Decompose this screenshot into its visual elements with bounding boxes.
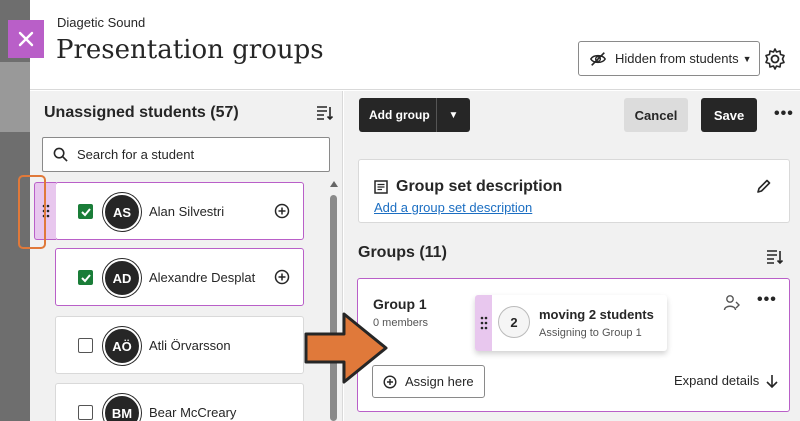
course-name: Diagetic Sound: [57, 15, 146, 30]
sort-icon[interactable]: [766, 248, 784, 266]
drag-count-badge: 2: [498, 306, 530, 338]
student-name: Bear McCreary: [149, 405, 237, 420]
more-options-button[interactable]: •••: [774, 105, 794, 123]
save-button[interactable]: Save: [701, 98, 757, 132]
pencil-icon[interactable]: [756, 178, 772, 194]
search-icon: [53, 147, 68, 162]
student-card[interactable]: AD Alexandre Desplat: [55, 248, 304, 306]
chevron-down-icon[interactable]: ▼: [437, 110, 470, 121]
student-name: Atli Örvarsson: [149, 338, 231, 353]
unassigned-students-column: Unassigned students (57) Search for a st…: [30, 91, 343, 421]
check-icon: [80, 273, 91, 282]
drag-handle-icon: [42, 204, 49, 218]
description-title: Group set description: [396, 178, 563, 195]
arrow-down-icon: [766, 374, 778, 388]
unassigned-title: Unassigned students (57): [44, 104, 239, 121]
cancel-button[interactable]: Cancel: [624, 98, 688, 132]
check-icon: [80, 207, 91, 216]
drag-handle-icon: [475, 295, 492, 351]
scroll-up-arrow[interactable]: [330, 181, 338, 187]
chevron-down-icon: ▼: [742, 53, 752, 64]
student-card[interactable]: BM Bear McCreary: [55, 383, 304, 421]
student-card[interactable]: AÖ Atli Örvarsson: [55, 316, 304, 374]
group-set-description-card: Group set description Add a group set de…: [358, 159, 790, 223]
drag-handle[interactable]: [34, 182, 56, 240]
drag-title: moving 2 students: [539, 307, 654, 322]
visibility-label: Hidden from students: [615, 51, 739, 66]
presentation-groups-panel: Diagetic Sound Presentation groups Hidde…: [30, 0, 800, 421]
visibility-dropdown[interactable]: Hidden from students ▼: [578, 41, 760, 76]
add-description-link[interactable]: Add a group set description: [374, 200, 532, 215]
expand-details-button[interactable]: Expand details: [674, 373, 779, 388]
group-card[interactable]: Group 1 0 members ••• 2 moving 2 student…: [357, 278, 790, 412]
expand-details-label: Expand details: [674, 373, 760, 388]
avatar: AS: [103, 193, 141, 231]
assign-here-label: Assign here: [405, 374, 474, 389]
avatar: AD: [103, 259, 141, 297]
add-circle-icon[interactable]: [274, 203, 290, 219]
groups-column: Add group ▼ Cancel Save ••• Group set de…: [344, 91, 800, 421]
add-user-icon[interactable]: [723, 294, 741, 312]
pointer-arrow-icon: [304, 312, 388, 384]
document-icon: [374, 180, 388, 194]
group-more-button[interactable]: •••: [757, 291, 777, 309]
student-checkbox[interactable]: [78, 338, 93, 353]
groups-title: Groups (11): [358, 244, 447, 261]
search-input-wrapper: [42, 137, 330, 172]
eye-slash-icon: [589, 51, 607, 66]
page-title: Presentation groups: [56, 35, 324, 65]
student-name: Alexandre Desplat: [149, 270, 256, 285]
drag-preview: 2 moving 2 students Assigning to Group 1: [475, 295, 667, 351]
background-strip: [0, 0, 30, 421]
close-button[interactable]: [8, 20, 44, 58]
sort-icon[interactable]: [316, 104, 334, 122]
add-circle-icon[interactable]: [274, 269, 290, 285]
student-checkbox[interactable]: [78, 270, 93, 285]
panel-header: Diagetic Sound Presentation groups Hidde…: [30, 0, 800, 90]
gear-icon[interactable]: [763, 47, 787, 71]
avatar: BM: [103, 394, 141, 421]
student-name: Alan Silvestri: [149, 204, 225, 219]
close-icon: [18, 31, 34, 47]
student-checkbox[interactable]: [78, 405, 93, 420]
avatar: AÖ: [103, 327, 141, 365]
add-group-label: Add group: [369, 108, 430, 122]
student-card[interactable]: AS Alan Silvestri: [34, 182, 304, 240]
search-input[interactable]: [77, 147, 317, 162]
drag-subtitle: Assigning to Group 1: [539, 327, 642, 339]
add-group-button[interactable]: Add group ▼: [359, 98, 470, 132]
student-checkbox[interactable]: [78, 204, 93, 219]
